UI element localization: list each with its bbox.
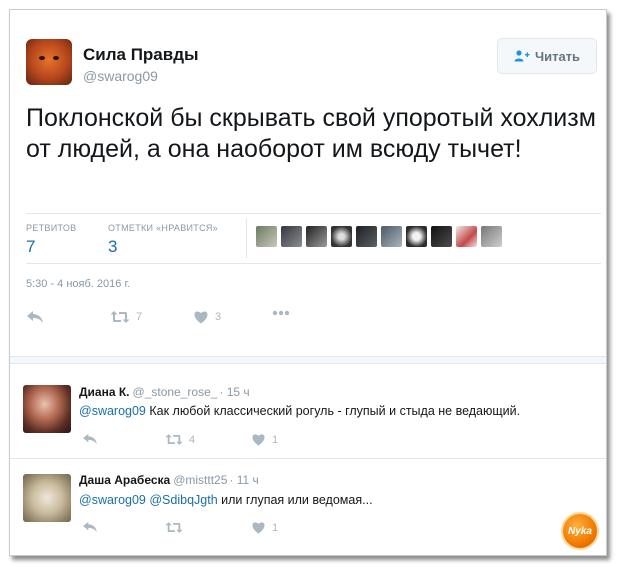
like-button[interactable]: 1 <box>251 521 278 534</box>
reply-author[interactable]: Диана К. @_stone_rose_ · 15 ч <box>79 385 250 399</box>
heart-icon <box>252 522 265 534</box>
divider <box>26 213 601 214</box>
divider <box>10 356 606 364</box>
reply-mention[interactable]: @swarog09 @SdibqJgth <box>79 493 218 507</box>
tweet-actions: 7 3 <box>10 310 606 332</box>
reply-icon <box>27 311 43 323</box>
reply-time[interactable]: · 15 ч <box>219 385 249 399</box>
reply-mention[interactable]: @swarog09 <box>79 404 146 418</box>
retweet-button[interactable]: 7 <box>110 310 142 324</box>
reply-author[interactable]: Даша Арабеска @misttt25 · 11 ч <box>79 473 259 487</box>
reply-button[interactable] <box>26 310 44 324</box>
reply-text: @swarog09 Как любой классический рогуль … <box>79 404 520 418</box>
tweet-card: Сила Правды @swarog09 Читать Поклонской … <box>9 9 607 556</box>
reply-author-name: Диана К. <box>79 385 130 399</box>
reply-author-name: Даша Арабеска <box>79 473 171 487</box>
reply-button[interactable] <box>82 433 98 445</box>
author-avatar[interactable] <box>26 39 72 85</box>
liker-avatar[interactable] <box>256 226 277 247</box>
retweet-icon <box>165 522 183 533</box>
follow-button-label: Читать <box>534 48 581 64</box>
retweet-icon <box>110 311 130 323</box>
liker-avatar[interactable] <box>481 226 502 247</box>
liker-avatar[interactable] <box>431 226 452 247</box>
reply-button[interactable] <box>82 521 98 533</box>
reply-actions: 1 <box>10 521 606 543</box>
more-button[interactable] <box>272 310 290 316</box>
retweets-label: РЕТВИТОВ <box>26 223 77 233</box>
reply-icon <box>83 433 97 445</box>
follow-button[interactable]: Читать <box>497 38 597 74</box>
liker-avatar[interactable] <box>356 226 377 247</box>
divider <box>26 263 601 264</box>
reply-author-handle: @_stone_rose_ <box>132 385 218 399</box>
reply-body: Как любой классический рогуль - глупый и… <box>145 404 521 418</box>
divider <box>10 458 606 459</box>
retweet-icon <box>165 434 183 445</box>
like-count: 1 <box>272 521 279 534</box>
reply-avatar[interactable] <box>23 385 71 433</box>
divider <box>246 218 247 258</box>
reply-time[interactable]: · 11 ч <box>229 473 258 487</box>
liker-avatar[interactable] <box>306 226 327 247</box>
like-count: 1 <box>272 433 279 446</box>
watermark-logo: Nyka <box>563 514 597 548</box>
author-name[interactable]: Сила Правды <box>83 45 199 65</box>
add-user-icon <box>514 50 530 62</box>
liker-avatar[interactable] <box>406 226 427 247</box>
reply-avatar[interactable] <box>23 474 71 522</box>
like-button[interactable]: 1 <box>251 433 278 446</box>
retweets-count[interactable]: 7 <box>26 237 35 257</box>
retweet-count: 7 <box>136 311 143 323</box>
heart-icon <box>194 311 208 324</box>
liker-avatar[interactable] <box>456 226 477 247</box>
watermark-text: Nyka <box>568 525 592 537</box>
tweet-timestamp[interactable]: 5:30 - 4 нояб. 2016 г. <box>26 278 130 290</box>
author-handle[interactable]: @swarog09 <box>83 68 158 84</box>
retweet-count: 4 <box>189 433 196 446</box>
reply-icon <box>83 521 97 533</box>
reply-body: или глупая или ведомая... <box>217 493 373 507</box>
tweet-text: Поклонской бы скрывать свой упоротый хох… <box>26 104 596 163</box>
reply-author-handle: @misttt25 <box>173 473 228 487</box>
liker-avatar[interactable] <box>331 226 352 247</box>
like-count: 3 <box>215 311 222 323</box>
liker-avatar[interactable] <box>281 226 302 247</box>
reply-text: @swarog09 @SdibqJgth или глупая или ведо… <box>79 493 373 507</box>
like-button[interactable]: 3 <box>193 310 221 324</box>
liker-avatar[interactable] <box>381 226 402 247</box>
heart-icon <box>252 434 265 446</box>
retweet-button[interactable]: 4 <box>165 433 195 446</box>
more-icon <box>272 310 290 316</box>
likes-count[interactable]: 3 <box>108 237 117 257</box>
likers-avatars <box>256 226 502 247</box>
likes-label: ОТМЕТКИ «НРАВИТСЯ» <box>108 223 218 233</box>
retweet-button[interactable] <box>165 521 189 534</box>
reply-actions: 4 1 <box>10 433 606 455</box>
